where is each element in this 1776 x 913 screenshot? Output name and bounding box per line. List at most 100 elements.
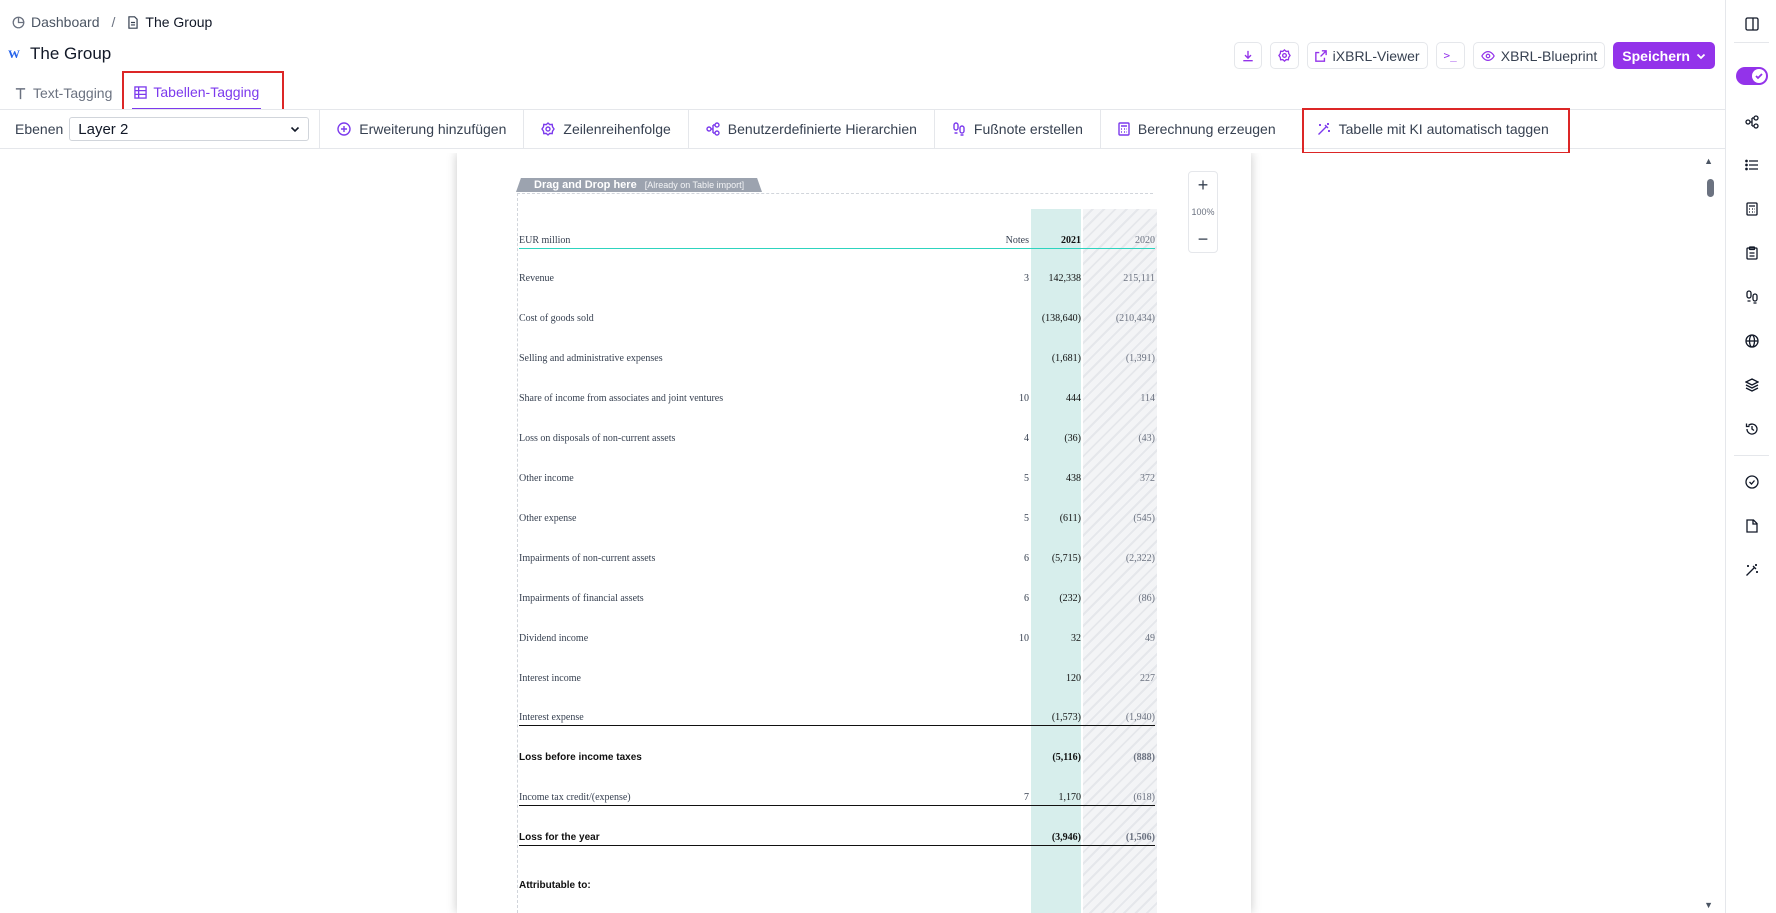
scroll-down-arrow-icon[interactable]: ▼ bbox=[1704, 900, 1713, 910]
rail-globe-button[interactable] bbox=[1726, 329, 1776, 353]
row-notes: 4 bbox=[1024, 433, 1029, 444]
rail-magic-wand-button[interactable] bbox=[1726, 558, 1776, 582]
row-value-2020: (2,322) bbox=[1125, 553, 1155, 564]
row-label: Other expense bbox=[519, 513, 577, 524]
ixbrl-viewer-label: iXBRL-Viewer bbox=[1332, 47, 1420, 64]
table-row[interactable]: Loss on disposals of non-current assets 4… bbox=[519, 433, 1155, 447]
rail-layers-button[interactable] bbox=[1726, 373, 1776, 397]
table-row[interactable]: Dividend income 10 32 49 bbox=[519, 633, 1155, 647]
table-row[interactable]: Other income 5 438 372 bbox=[519, 473, 1155, 487]
rail-hierarchy-button[interactable] bbox=[1726, 110, 1776, 134]
table-row[interactable]: Impairments of financial assets 6 (232) (86… bbox=[519, 593, 1155, 607]
layer-select[interactable]: Layer 2 bbox=[69, 117, 310, 141]
table-row[interactable]: Selling and administrative expenses (1,68… bbox=[519, 353, 1155, 367]
ixbrl-viewer-button[interactable]: iXBRL-Viewer bbox=[1306, 42, 1428, 69]
xbrl-blueprint-button[interactable]: XBRL-Blueprint bbox=[1472, 42, 1606, 69]
row-value-2020: (86) bbox=[1138, 593, 1155, 604]
table-row[interactable]: Attributable to: bbox=[519, 880, 1155, 894]
hierarchy-icon bbox=[1744, 115, 1759, 129]
header-2021: 2021 bbox=[1061, 235, 1081, 246]
page-title: The Group bbox=[30, 44, 112, 63]
ai-auto-tag-label: Tabelle mit KI automatisch taggen bbox=[1338, 121, 1549, 137]
row-value-2020: 372 bbox=[1140, 473, 1155, 484]
table-row[interactable]: Interest expense (1,573) (1,940) bbox=[519, 712, 1155, 726]
check-circle-icon bbox=[1744, 475, 1759, 489]
row-value-2021: 32 bbox=[1071, 633, 1081, 644]
terminal-button[interactable]: >_ bbox=[1435, 42, 1465, 69]
tab-text-tagging-label: Text-Tagging bbox=[33, 85, 113, 101]
table-row[interactable]: Impairments of non-current assets 6 (5,715… bbox=[519, 553, 1155, 567]
ai-auto-tag-button[interactable]: Tabelle mit KI automatisch taggen bbox=[1293, 109, 1566, 149]
header-notes: Notes bbox=[1005, 235, 1029, 246]
rail-clipboard-button[interactable] bbox=[1726, 241, 1776, 265]
row-label: Cost of goods sold bbox=[519, 313, 594, 324]
rail-document-button[interactable] bbox=[1726, 514, 1776, 538]
row-value-2021: (5,715) bbox=[1051, 553, 1081, 564]
wiki-logo-icon: W bbox=[8, 47, 20, 61]
row-value-2020: (545) bbox=[1133, 513, 1155, 524]
app-root: Dashboard / The Group W The Group Text-T… bbox=[0, 0, 1776, 913]
dashboard-icon bbox=[12, 16, 25, 29]
xbrl-blueprint-label: XBRL-Blueprint bbox=[1500, 47, 1598, 64]
zoom-in-button[interactable]: + bbox=[1198, 175, 1209, 195]
rail-check-button[interactable] bbox=[1726, 470, 1776, 494]
zoom-out-button[interactable]: − bbox=[1198, 229, 1209, 249]
row-notes: 10 bbox=[1019, 633, 1029, 644]
table-row[interactable]: Income tax credit/(expense) 7 1,170 (618) bbox=[519, 792, 1155, 806]
table-row[interactable]: Interest income 120 227 bbox=[519, 673, 1155, 687]
create-footnote-button[interactable]: Fußnote erstellen bbox=[933, 109, 1100, 149]
row-notes: 6 bbox=[1024, 553, 1029, 564]
tab-text-tagging[interactable]: Text-Tagging bbox=[12, 78, 114, 110]
table-row[interactable]: Loss for the year (3,946) (1,506) bbox=[519, 832, 1155, 846]
eye-icon bbox=[1480, 50, 1495, 62]
magic-wand-icon bbox=[1745, 563, 1759, 577]
add-extension-label: Erweiterung hinzufügen bbox=[359, 121, 507, 137]
save-label: Speichern bbox=[1622, 47, 1690, 64]
table-row[interactable]: Loss before income taxes (5,116) (888) bbox=[519, 752, 1155, 766]
save-button[interactable]: Speichern bbox=[1613, 42, 1715, 69]
rail-footnote-button[interactable] bbox=[1726, 285, 1776, 309]
right-rail bbox=[1725, 0, 1776, 913]
row-label: Other income bbox=[519, 473, 574, 484]
rail-toggle-switch[interactable] bbox=[1736, 67, 1768, 85]
row-value-2020: 114 bbox=[1140, 393, 1155, 404]
scroll-up-arrow-icon[interactable]: ▲ bbox=[1704, 156, 1713, 166]
row-value-2021: (611) bbox=[1059, 513, 1081, 524]
badge-icon bbox=[1277, 49, 1291, 62]
table-row[interactable]: Cost of goods sold (138,640) (210,434) bbox=[519, 313, 1155, 327]
table-row[interactable]: Share of income from associates and join… bbox=[519, 393, 1155, 407]
custom-hierarchies-label: Benutzerdefinierte Hierarchien bbox=[727, 121, 917, 137]
panel-icon bbox=[1744, 17, 1759, 31]
breadcrumb-dashboard[interactable]: Dashboard bbox=[12, 14, 100, 30]
rail-list-button[interactable] bbox=[1726, 153, 1776, 177]
zoom-control: + 100% − bbox=[1188, 171, 1218, 253]
rail-calculator-button[interactable] bbox=[1726, 197, 1776, 221]
table-row[interactable]: Revenue 3 142,338 215,111 bbox=[519, 273, 1155, 287]
breadcrumb-current: The Group bbox=[127, 14, 212, 30]
order-icon bbox=[541, 122, 556, 136]
panel-toggle-button[interactable] bbox=[1726, 12, 1776, 36]
custom-hierarchies-button[interactable]: Benutzerdefinierte Hierarchien bbox=[687, 109, 934, 149]
row-order-button[interactable]: Zeilenreihenfolge bbox=[523, 109, 687, 149]
row-notes: 10 bbox=[1019, 393, 1029, 404]
footnote-icon bbox=[1745, 290, 1759, 304]
row-notes: 3 bbox=[1024, 273, 1029, 284]
scrollbar-thumb[interactable] bbox=[1707, 179, 1714, 197]
layers-label: Ebenen bbox=[15, 121, 64, 137]
row-value-2021: 438 bbox=[1066, 473, 1081, 484]
add-extension-button[interactable]: Erweiterung hinzufügen bbox=[319, 109, 523, 149]
header-actions: iXBRL-Viewer >_ XBRL-Blueprint Speichern bbox=[1233, 42, 1715, 69]
row-label: Impairments of non-current assets bbox=[519, 553, 656, 564]
download-button[interactable] bbox=[1233, 42, 1262, 69]
tab-table-tagging[interactable]: Tabellen-Tagging bbox=[132, 78, 262, 110]
row-value-2021: (1,573) bbox=[1051, 712, 1081, 723]
magic-wand-icon bbox=[1317, 122, 1331, 136]
row-value-2020: (43) bbox=[1138, 433, 1155, 444]
breadcrumb-current-label: The Group bbox=[145, 14, 213, 30]
settings-badge-button[interactable] bbox=[1269, 42, 1299, 69]
row-value-2020: (618) bbox=[1133, 792, 1155, 803]
table-header-row: EUR million Notes 2021 2020 bbox=[519, 235, 1155, 249]
create-calculation-button[interactable]: Berechnung erzeugen bbox=[1099, 109, 1293, 149]
table-row[interactable]: Other expense 5 (611) (545) bbox=[519, 513, 1155, 527]
rail-history-button[interactable] bbox=[1726, 417, 1776, 441]
